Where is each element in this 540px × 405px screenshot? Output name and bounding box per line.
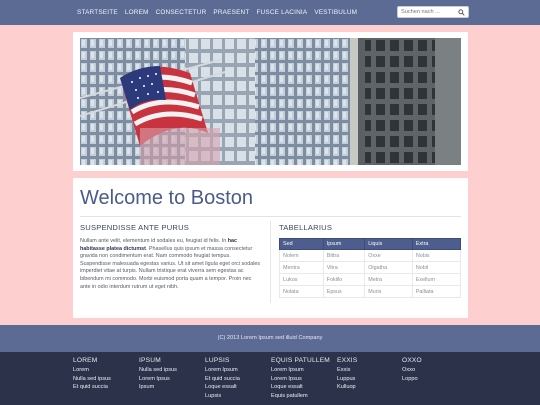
footer-link[interactable]: Oxxo: [402, 366, 464, 375]
table-header-row: Sed Ipsum Liquis Extra: [279, 238, 462, 250]
footer-column-exxis: EXXIS Exxis Luppus Kulluop: [337, 357, 399, 392]
footer-heading: LOREM: [73, 357, 98, 364]
search-input[interactable]: [398, 7, 456, 17]
top-navigation: STARTSEITE LOREM CONSECTETUR PRAESENT FU…: [0, 0, 540, 25]
table-header-cell: Ipsum: [322, 238, 366, 250]
table-cell: Bittra: [322, 249, 366, 262]
footer-link[interactable]: Kulluop: [337, 383, 399, 392]
table-cell: Nobil: [411, 261, 462, 274]
table-cell: Exellum: [411, 273, 462, 286]
footer-link[interactable]: Loppo: [402, 375, 464, 384]
nav-item-consectetur[interactable]: CONSECTETUR: [156, 9, 207, 16]
table-header-cell: Sed: [279, 238, 324, 250]
hero-image: [80, 38, 461, 165]
intro-paragraph: Nullam ante velit, elementum id sodales …: [80, 238, 262, 291]
table-cell: Fokillo: [322, 273, 366, 286]
table-row: Lukos Fokillo Metra Exellum: [279, 273, 462, 286]
table-cell: Nolem: [279, 249, 324, 262]
footer-link[interactable]: Ipsum: [139, 383, 201, 392]
table-row: Nolem Bittra Oxxe Nobis: [279, 249, 462, 262]
table-row: Nolata Epsus Muris Palliata: [279, 285, 462, 298]
footer-column-equis-patullem: EQUIS PATULLEM Lorem Ipsum Lorem Ipsus L…: [271, 357, 333, 400]
data-table: Sed Ipsum Liquis Extra Nolem Bittra Oxxe…: [279, 238, 462, 298]
nav-item-lorem[interactable]: LOREM: [125, 9, 149, 16]
footer-heading: EXXIS: [337, 357, 358, 364]
paragraph-text-2: . Phasellus quis ipsum et massa consecte…: [80, 245, 261, 290]
footer-link[interactable]: Lorem Ipsus: [271, 375, 333, 384]
nav-item-startseite[interactable]: STARTSEITE: [77, 9, 118, 16]
nav-item-vestibulum[interactable]: VESTIBULUM: [314, 9, 357, 16]
footer-link[interactable]: Nulla sed ipsus: [73, 375, 135, 384]
footer-heading: EQUIS PATULLEM: [271, 357, 330, 364]
hero-card: [73, 32, 468, 171]
main-menu: STARTSEITE LOREM CONSECTETUR PRAESENT FU…: [77, 0, 364, 25]
paragraph-text-1: Nullam ante velit, elementum id sodales …: [80, 238, 228, 244]
footer-links: LOREM Lorem Nulla sed ipsus Et quid succ…: [0, 352, 540, 405]
table-cell: Lukos: [279, 273, 324, 286]
footer-link[interactable]: Luppus: [337, 375, 399, 384]
footer-link[interactable]: Et quid succia: [205, 375, 267, 384]
table-cell: Nobis: [411, 249, 462, 262]
footer-link[interactable]: Loque essalt: [271, 383, 333, 392]
city-flag-image: [80, 38, 461, 165]
title-divider: [80, 216, 461, 217]
page-title: Welcome to Boston: [80, 187, 254, 209]
table-cell: Muris: [364, 285, 413, 298]
footer-link[interactable]: Equis patullem: [271, 392, 333, 401]
footer-heading: IPSUM: [139, 357, 161, 364]
footer-link[interactable]: Lorem: [73, 366, 135, 375]
nav-item-fusce-lacinia[interactable]: FUSCE LACINIA: [256, 9, 307, 16]
section-heading-right: TABELLARIUS: [279, 223, 333, 232]
copyright-bar: (C) 2013 Lorem Ipsum sed illuid Company: [0, 325, 540, 352]
table-cell: Mentra: [279, 261, 324, 274]
footer-column-lorem: LOREM Lorem Nulla sed ipsus Et quid succ…: [73, 357, 135, 392]
table-cell: Oigatha: [364, 261, 413, 274]
footer-heading: OXXO: [402, 357, 422, 364]
footer-link[interactable]: Et quid succia: [73, 383, 135, 392]
copyright-text: (C) 2013 Lorem Ipsum sed illuid Company: [217, 335, 323, 341]
footer-link[interactable]: Nulla sed ipsus: [139, 366, 201, 375]
table-cell: Metra: [364, 273, 413, 286]
table-header-cell: Liquis: [364, 238, 413, 250]
column-divider: [270, 221, 271, 303]
table-cell: Palliata: [411, 285, 462, 298]
section-heading-left: SUSPENDISSE ANTE PURUS: [80, 223, 190, 232]
table-row: Mentra Vitra Oigatha Nobil: [279, 261, 462, 274]
table-header-cell: Extra: [411, 238, 462, 250]
footer-link[interactable]: Exxis: [337, 366, 399, 375]
footer-column-oxxo: OXXO Oxxo Loppo: [402, 357, 464, 383]
nav-item-praesent[interactable]: PRAESENT: [213, 9, 249, 16]
footer-heading: LUPSIS: [205, 357, 230, 364]
table-cell: Epsus: [322, 285, 366, 298]
table-cell: Nolata: [279, 285, 324, 298]
table-cell: Oxxe: [364, 249, 413, 262]
footer-link[interactable]: Lorem Ipsum: [271, 366, 333, 375]
search-icon[interactable]: [458, 9, 465, 16]
table-cell: Vitra: [322, 261, 366, 274]
footer-link[interactable]: Lupsis: [205, 392, 267, 401]
footer-link[interactable]: Loque essalt: [205, 383, 267, 392]
search-box: [397, 6, 469, 18]
footer-column-ipsum: IPSUM Nulla sed ipsus Lorem Ipsus Ipsum: [139, 357, 201, 392]
footer-link[interactable]: Lorem Ipsum: [205, 366, 267, 375]
footer-column-lupsis: LUPSIS Lorem Ipsum Et quid succia Loque …: [205, 357, 267, 400]
footer-link[interactable]: Lorem Ipsus: [139, 375, 201, 384]
content-card: Welcome to Boston SUSPENDISSE ANTE PURUS…: [73, 178, 468, 318]
